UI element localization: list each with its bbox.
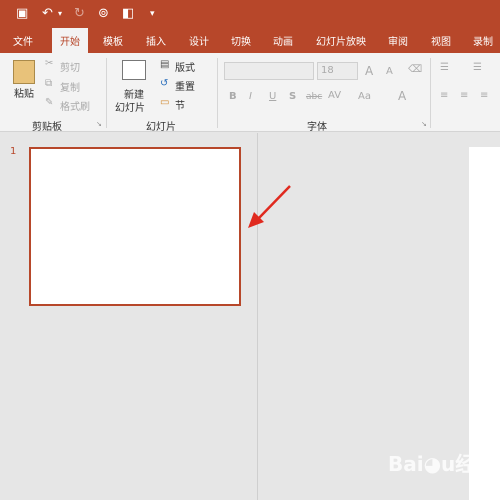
annotation-arrow <box>248 185 291 228</box>
watermark-logo: Bai◕u经验 <box>388 452 496 476</box>
